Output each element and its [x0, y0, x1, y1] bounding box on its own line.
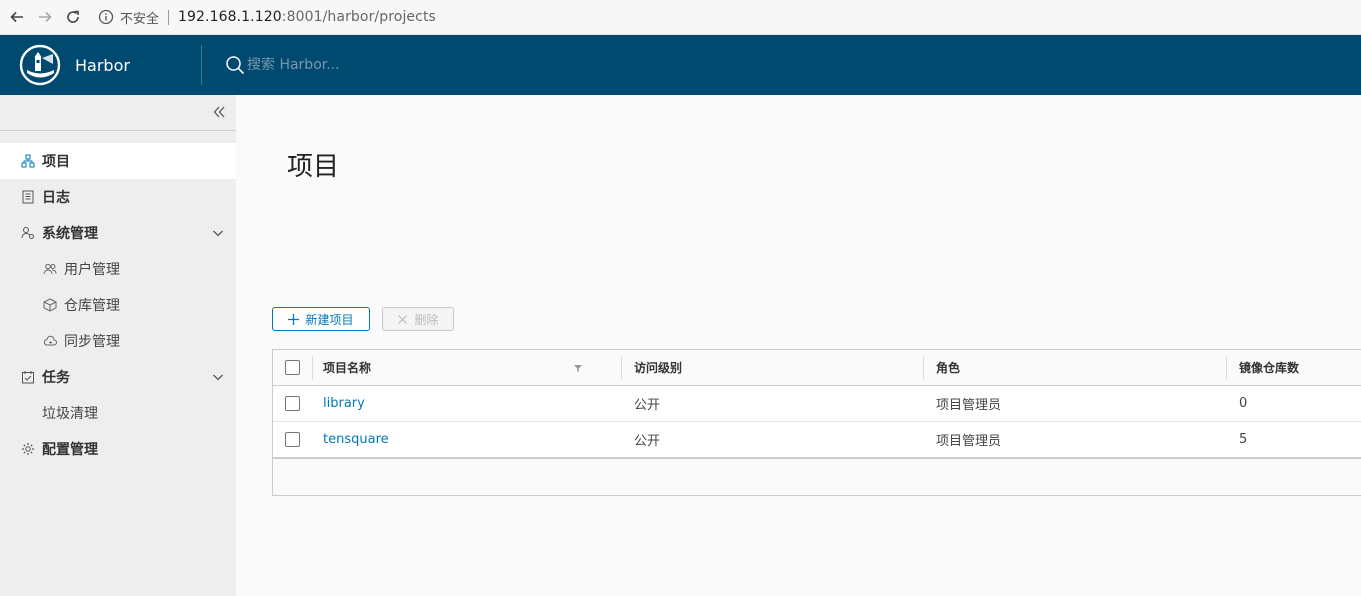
sidebar-item-label: 同步管理: [64, 334, 120, 350]
sidebar-item-label: 任务: [42, 370, 70, 386]
table-header: 项目名称 访问级别 角色 镜像仓库数: [273, 350, 1361, 386]
project-name-cell: tensquare: [323, 422, 389, 457]
delete-button[interactable]: 删除: [382, 307, 454, 331]
row-select-cell: [285, 386, 300, 421]
forward-button[interactable]: [34, 6, 56, 28]
column-separator: [621, 356, 622, 380]
admin-icon: [21, 227, 34, 239]
sidebar-item-administration[interactable]: 系统管理: [0, 215, 236, 251]
search-icon[interactable]: [225, 55, 245, 75]
column-header-label: 访问级别: [634, 361, 683, 375]
projects-icon: [21, 154, 35, 168]
sidebar-item-label: 用户管理: [64, 262, 120, 278]
sidebar: 项目 日志 系统管理 用户管理 仓库管理 同步管理 任务 垃圾清理 配置管理: [0, 95, 236, 596]
cloud-sync-icon: [43, 335, 57, 346]
logs-icon: [22, 190, 34, 204]
sidebar-item-label: 仓库管理: [64, 298, 120, 314]
sidebar-item-projects[interactable]: 项目: [0, 143, 236, 179]
chevron-down-icon[interactable]: [212, 371, 224, 383]
table-row[interactable]: tensquare 公开 项目管理员 5: [273, 422, 1361, 459]
app-header: Harbor: [0, 35, 1361, 95]
column-header-access[interactable]: 访问级别: [634, 350, 682, 385]
column-header-label: 镜像仓库数: [1239, 361, 1300, 375]
project-link[interactable]: library: [323, 396, 365, 411]
sidebar-item-label: 垃圾清理: [42, 406, 98, 422]
brand-name[interactable]: Harbor: [75, 56, 201, 75]
row-select-cell: [285, 422, 300, 457]
page-title: 项目: [287, 152, 340, 182]
filter-icon[interactable]: [573, 363, 583, 373]
sidebar-item-registries[interactable]: 仓库管理: [0, 287, 236, 323]
repo-count-cell: 5: [1239, 432, 1248, 447]
harbor-logo-icon[interactable]: [19, 44, 61, 86]
sidebar-collapse-row: [0, 95, 236, 131]
main-content: 项目 新建项目 删除 项目名称 访问级别 角色 镜像仓库数 library 公开: [236, 95, 1361, 596]
tasks-icon: [22, 371, 34, 384]
table-footer: [273, 459, 1361, 495]
browser-toolbar: 不安全 192.168.1.120:8001/harbor/projects: [0, 0, 1361, 35]
double-chevron-left-icon[interactable]: [212, 105, 226, 119]
column-separator: [923, 356, 924, 380]
sidebar-item-label: 项目: [42, 154, 70, 170]
url-path: :8001/harbor/projects: [281, 9, 436, 25]
sidebar-item-label: 日志: [42, 190, 70, 206]
info-icon[interactable]: [98, 9, 114, 25]
project-link[interactable]: tensquare: [323, 432, 389, 447]
project-name-cell: library: [323, 386, 365, 421]
url-host: 192.168.1.120: [178, 9, 282, 25]
access-level-cell: 公开: [634, 434, 661, 449]
access-level-cell: 公开: [634, 398, 661, 413]
row-checkbox[interactable]: [285, 396, 300, 411]
insecure-label: 不安全: [120, 11, 160, 27]
select-all-checkbox[interactable]: [285, 360, 300, 375]
arrow-right-icon: [39, 11, 52, 23]
url-separator: [168, 9, 170, 25]
sidebar-item-tasks[interactable]: 任务: [0, 359, 236, 395]
column-header-name[interactable]: 项目名称: [323, 350, 603, 385]
header-divider: [201, 45, 202, 85]
new-project-button[interactable]: 新建项目: [272, 307, 370, 331]
column-header-role[interactable]: 角色: [936, 350, 960, 385]
column-separator: [312, 356, 313, 380]
reload-icon: [67, 10, 79, 23]
back-button[interactable]: [6, 6, 28, 28]
table-row[interactable]: library 公开 项目管理员 0: [273, 386, 1361, 422]
users-icon: [43, 263, 57, 275]
column-header-label: 项目名称: [323, 361, 372, 375]
registry-icon: [43, 298, 57, 312]
chevron-down-icon[interactable]: [212, 227, 224, 239]
sidebar-item-logs[interactable]: 日志: [0, 179, 236, 215]
global-search-input[interactable]: [247, 57, 447, 73]
plus-icon: [288, 313, 300, 325]
sidebar-item-users[interactable]: 用户管理: [0, 251, 236, 287]
sidebar-item-label: 配置管理: [42, 442, 98, 458]
sidebar-item-garbage-collection[interactable]: 垃圾清理: [0, 395, 236, 431]
role-cell: 项目管理员: [936, 434, 1002, 449]
delete-label: 删除: [414, 312, 439, 327]
reload-button[interactable]: [62, 6, 84, 28]
select-all-cell: [285, 350, 300, 385]
sidebar-item-replication[interactable]: 同步管理: [0, 323, 236, 359]
column-header-repo-count[interactable]: 镜像仓库数: [1239, 350, 1299, 385]
gear-icon: [22, 443, 34, 455]
sidebar-item-label: 系统管理: [42, 226, 98, 242]
column-header-label: 角色: [936, 361, 961, 375]
projects-table: 项目名称 访问级别 角色 镜像仓库数 library 公开 项目管理员 0 te…: [272, 349, 1361, 496]
arrow-left-icon: [10, 11, 23, 23]
repo-count-cell: 0: [1239, 396, 1248, 411]
column-separator: [1226, 356, 1227, 380]
new-project-label: 新建项目: [305, 312, 354, 327]
role-cell: 项目管理员: [936, 398, 1002, 413]
close-icon: [398, 314, 408, 324]
url-text[interactable]: 192.168.1.120:8001/harbor/projects: [178, 9, 436, 25]
address-bar[interactable]: 不安全 192.168.1.120:8001/harbor/projects: [98, 5, 436, 29]
sidebar-item-configuration[interactable]: 配置管理: [0, 431, 236, 467]
row-checkbox[interactable]: [285, 432, 300, 447]
